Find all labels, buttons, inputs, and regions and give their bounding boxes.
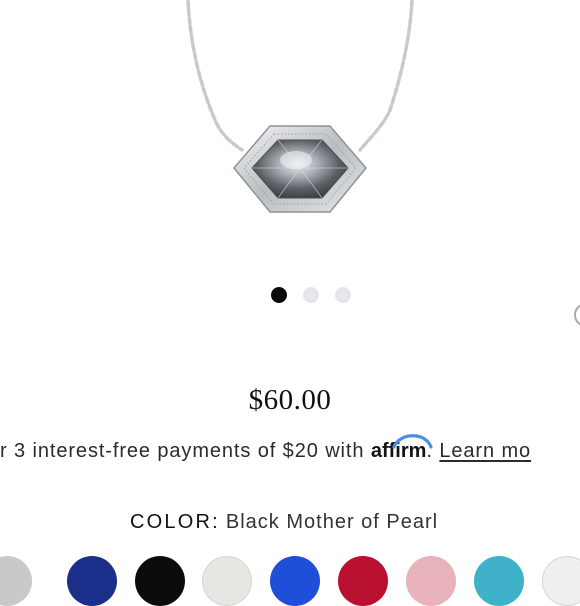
- learn-more-link[interactable]: Learn mo: [439, 440, 531, 462]
- swatch-turquoise[interactable]: [474, 556, 524, 606]
- affirm-logo: affirm: [371, 434, 433, 463]
- swatch-white-pearl[interactable]: [202, 556, 252, 606]
- image-carousel-dots: [271, 287, 351, 303]
- chevron-right-icon[interactable]: [574, 303, 580, 327]
- swatch-blue[interactable]: [270, 556, 320, 606]
- selected-color-name: Black Mother of Pearl: [225, 511, 439, 533]
- necklace-image: [186, 0, 414, 213]
- carousel-dot-3[interactable]: [335, 287, 351, 303]
- financing-text: or 3 interest-free payments of $20 with: [0, 440, 371, 462]
- color-swatches: [0, 556, 580, 606]
- swatch-red[interactable]: [338, 556, 388, 606]
- color-label: COLOR:: [130, 511, 220, 533]
- product-image: [0, 0, 580, 280]
- financing-message: or 3 interest-free payments of $20 with …: [0, 434, 531, 463]
- swatch-black[interactable]: [135, 556, 185, 606]
- carousel-dot-2[interactable]: [303, 287, 319, 303]
- color-selection: COLOR: Black Mother of Pearl: [130, 511, 438, 534]
- swatch-navy[interactable]: [67, 556, 117, 606]
- swatch-white[interactable]: [542, 556, 580, 606]
- carousel-dot-1[interactable]: [271, 287, 287, 303]
- product-price: $60.00: [248, 384, 332, 416]
- swatch-grey[interactable]: [0, 556, 32, 606]
- swatch-pink[interactable]: [406, 556, 456, 606]
- affirm-arc-icon: [392, 434, 433, 449]
